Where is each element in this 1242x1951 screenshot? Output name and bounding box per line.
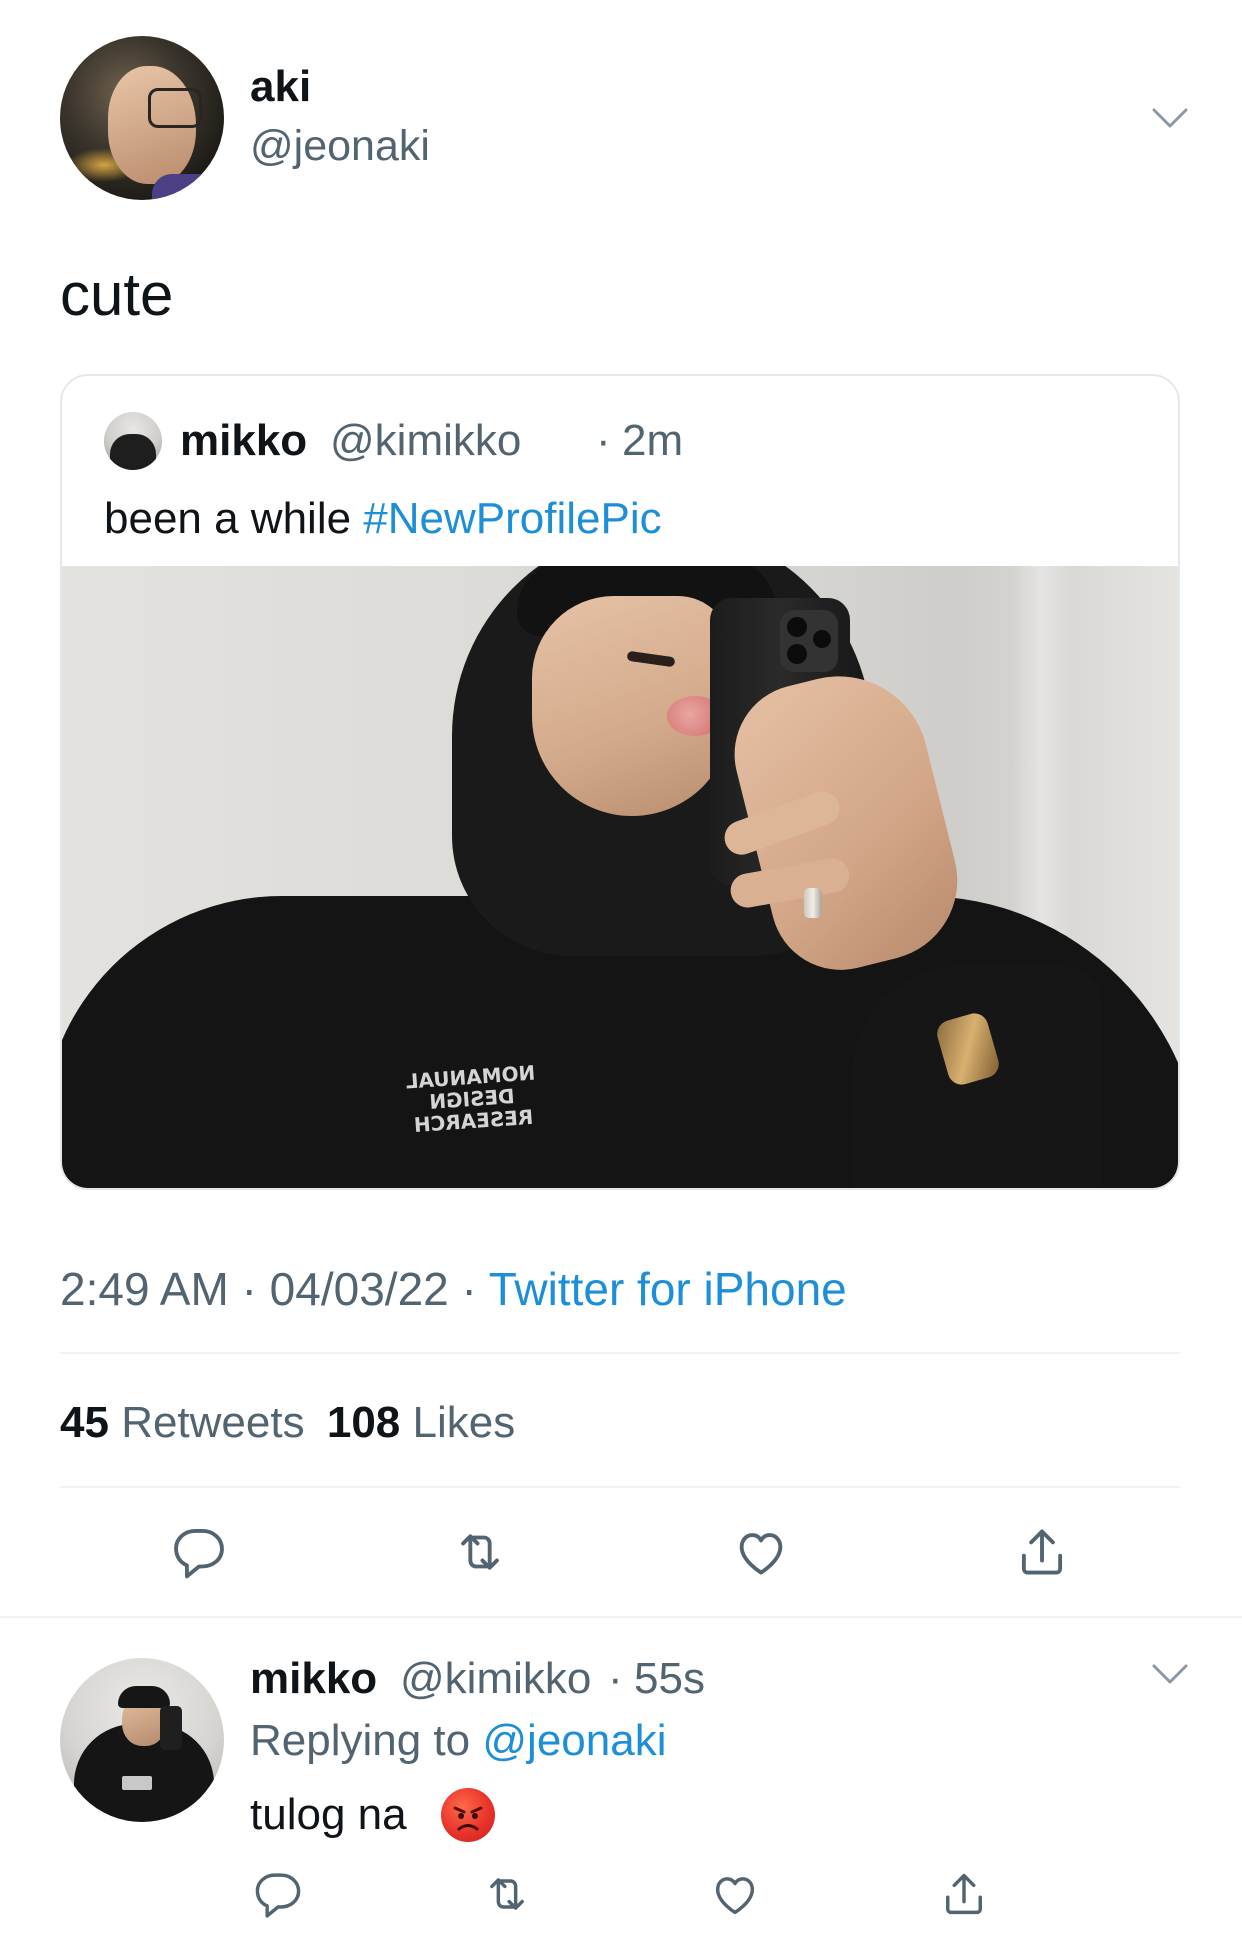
reply-text: tulog na: [250, 1790, 407, 1839]
author-name[interactable]: aki: [250, 62, 311, 112]
hashtag-link[interactable]: #NewProfilePic: [363, 494, 661, 543]
retweet-button[interactable]: [481, 1868, 533, 1920]
replying-to-handle[interactable]: @jeonaki: [482, 1716, 666, 1765]
replying-to-label: Replying to: [250, 1716, 471, 1765]
separator-dot: ·: [241, 1263, 257, 1315]
separator-dot: ·: [461, 1263, 477, 1315]
reply-avatar-phone: [160, 1706, 182, 1750]
reply-avatar-hair: [118, 1686, 170, 1708]
quoted-tweet-photo[interactable]: NOMANUAL DESIGN RESEARCH: [62, 566, 1178, 1188]
retweet-button[interactable]: [451, 1523, 509, 1581]
reply-icon: [174, 1529, 224, 1579]
reply-avatar-logo: [122, 1776, 152, 1790]
reply-button[interactable]: [170, 1523, 228, 1581]
likes-stat[interactable]: 108 Likes: [327, 1398, 515, 1447]
divider: [0, 1616, 1242, 1618]
retweets-stat[interactable]: 45 Retweets: [60, 1398, 305, 1447]
tweet-text: cute: [60, 261, 174, 328]
likes-count: 108: [326, 1398, 401, 1447]
quoted-tweet-card[interactable]: mikko @kimikko · 2m been a while #NewPro…: [60, 374, 1180, 1190]
tweet-meta: 2:49 AM · 04/03/22 · Twitter for iPhone: [60, 1262, 847, 1316]
heart-icon: [739, 1533, 783, 1575]
reply-author-avatar[interactable]: [60, 1658, 224, 1822]
chevron-down-icon[interactable]: [1150, 106, 1190, 130]
retweets-count: 45: [60, 1398, 109, 1447]
separator-dot: ·: [608, 1654, 623, 1703]
quoted-author-handle: @kimikko: [330, 416, 522, 465]
quoted-avatar-hoodie: [110, 434, 156, 470]
share-icon: [946, 1873, 982, 1915]
like-button[interactable]: [709, 1868, 761, 1920]
reply-icon: [255, 1873, 301, 1918]
angry-face-emoji: [441, 1788, 495, 1842]
share-icon: [1021, 1529, 1063, 1575]
quoted-tweet-text: been a while #NewProfilePic: [104, 494, 662, 544]
author-handle[interactable]: @jeonaki: [250, 122, 430, 171]
heart-icon: [715, 1877, 755, 1915]
photo-hoodie-print: NOMANUAL DESIGN RESEARCH: [404, 1060, 537, 1138]
share-button[interactable]: [1013, 1523, 1071, 1581]
author-avatar[interactable]: [60, 36, 224, 200]
tweet-source-link[interactable]: Twitter for iPhone: [489, 1263, 847, 1315]
like-button[interactable]: [732, 1523, 790, 1581]
quoted-author-avatar[interactable]: [104, 412, 162, 470]
reply-button[interactable]: [252, 1868, 304, 1920]
photo-ring: [804, 888, 822, 918]
avatar-glasses: [148, 88, 202, 128]
retweets-label: Retweets: [121, 1398, 305, 1447]
photo-phone-camera: [780, 610, 838, 672]
avatar-shirt: [152, 174, 224, 200]
reply-time: 55s: [634, 1654, 705, 1703]
replying-to: Replying to @jeonaki: [250, 1716, 666, 1766]
quoted-author-name: mikko: [180, 416, 308, 465]
retweet-icon: [490, 1878, 524, 1910]
quoted-text-plain: been a while: [104, 494, 364, 543]
divider: [60, 1352, 1180, 1354]
quoted-tweet-time: 2m: [622, 416, 684, 465]
likes-label: Likes: [412, 1398, 516, 1447]
tweet-stats: 45 Retweets 108 Likes: [60, 1398, 515, 1448]
separator-dot: ·: [596, 416, 611, 465]
reply-author-handle[interactable]: @kimikko: [400, 1654, 591, 1704]
reply-author-name[interactable]: mikko: [250, 1654, 377, 1704]
retweet-icon: [461, 1534, 499, 1570]
divider: [60, 1486, 1180, 1488]
chevron-down-icon[interactable]: [1150, 1662, 1190, 1686]
tweet-date: 04/03/22: [269, 1263, 449, 1315]
tweet-time: 2:49 AM: [60, 1263, 229, 1315]
share-button[interactable]: [938, 1868, 990, 1920]
